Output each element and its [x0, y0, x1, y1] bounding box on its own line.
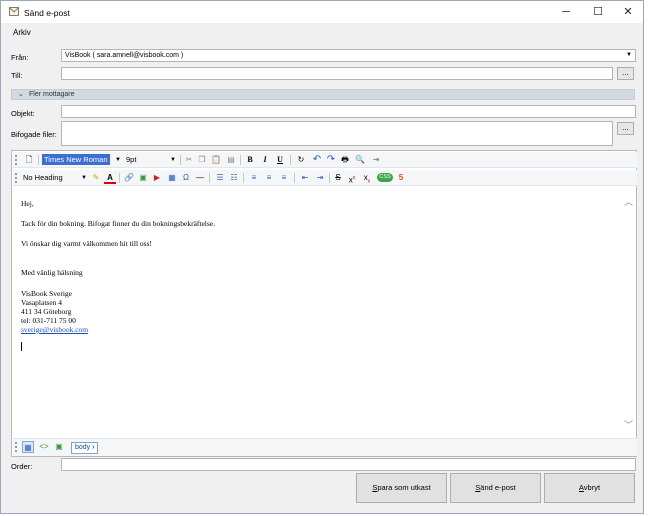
chevron-down-icon[interactable]: ▼ — [169, 154, 177, 166]
font-color-icon[interactable]: A — [104, 172, 116, 184]
print-icon[interactable]: 🖶 — [339, 154, 351, 166]
font-name-select[interactable]: Times New Roman — [42, 154, 110, 165]
chevron-down-icon[interactable]: ▼ — [114, 154, 122, 166]
symbol-icon[interactable]: Ω — [181, 172, 191, 184]
body-line: Vi önskar dig varmt välkommen hit till o… — [21, 239, 152, 248]
more-recipients-label: Fler mottagare — [29, 91, 75, 98]
ordered-list-icon[interactable]: ☰ — [214, 172, 226, 184]
media-icon[interactable]: ▶ — [151, 172, 163, 184]
indent-icon[interactable]: ⇥ — [314, 172, 326, 184]
maximize-button[interactable]: ☐ — [581, 3, 615, 21]
menu-bar: Arkiv — [1, 23, 643, 41]
chevron-down-icon: ▼ — [626, 52, 632, 58]
window-title: Sänd e-post — [24, 8, 70, 18]
horizontal-rule-icon[interactable]: — — [194, 172, 206, 184]
more-recipients-toggle[interactable]: ⌄ Fler mottagare — [11, 89, 635, 100]
image-icon[interactable]: ▣ — [137, 172, 149, 184]
cancel-button[interactable]: Avbryt — [544, 473, 635, 503]
link-icon[interactable]: 🔗 — [123, 172, 135, 184]
font-size-select[interactable]: 9pt — [126, 154, 136, 166]
menu-item-arkiv[interactable]: Arkiv — [13, 28, 31, 37]
scroll-down-icon[interactable]: ﹀ — [624, 418, 633, 431]
table-icon[interactable]: ▦ — [166, 172, 178, 184]
source-view-icon[interactable]: <> — [38, 441, 50, 453]
cut-icon[interactable]: ✂ — [184, 154, 194, 166]
align-center-icon[interactable]: ≡ — [263, 172, 275, 184]
new-document-icon[interactable]: 🗋 — [23, 154, 35, 166]
chevron-up-icon: ⌄ — [18, 91, 24, 98]
attachments-label: Bifogade filer: — [11, 130, 57, 139]
subject-field[interactable] — [61, 105, 636, 118]
subscript-icon[interactable]: xx — [361, 172, 373, 185]
title-bar: Sänd e-post ─ ☐ ✕ — [1, 1, 643, 23]
italic-icon[interactable]: I — [260, 154, 270, 166]
undo-icon[interactable]: ↶ — [311, 154, 323, 166]
superscript-icon[interactable]: xx — [346, 172, 358, 185]
subject-label: Objekt: — [11, 109, 35, 118]
strikethrough-icon[interactable]: S — [333, 172, 343, 184]
close-button[interactable]: ✕ — [611, 3, 645, 21]
insert-icon[interactable]: ⇥ — [370, 154, 382, 166]
css-icon[interactable]: CSS — [377, 173, 393, 182]
paragraph-style-select[interactable]: No Heading — [23, 172, 63, 184]
editor-scrollbar[interactable]: ︿ ﹀ — [623, 189, 635, 437]
send-email-button[interactable]: Sänd e-post — [450, 473, 541, 503]
align-right-icon[interactable]: ≡ — [278, 172, 290, 184]
from-dropdown[interactable]: VisBook ( sara.amnell@visbook.com ) ▼ — [61, 49, 636, 62]
body-line: Vasaplatsen 4 — [21, 298, 63, 307]
paste-text-icon[interactable]: ▤ — [225, 154, 237, 166]
text-caret — [21, 342, 22, 351]
body-line: 411 34 Göteborg — [21, 307, 72, 316]
attachments-box[interactable] — [61, 121, 613, 146]
outdent-icon[interactable]: ⇤ — [299, 172, 311, 184]
highlight-icon[interactable]: ✎ — [90, 172, 102, 184]
body-line: VisBook Sverige — [21, 289, 73, 298]
from-value: VisBook ( sara.amnell@visbook.com ) — [65, 52, 184, 59]
design-view-icon[interactable]: ▦ — [22, 441, 34, 453]
save-draft-button[interactable]: Spara som utkast — [356, 473, 447, 503]
chevron-down-icon[interactable]: ▼ — [80, 172, 88, 184]
email-link[interactable]: sverige@visbook.com — [21, 325, 88, 334]
toolbar-grip — [15, 173, 17, 183]
copy-icon[interactable]: ❐ — [196, 154, 208, 166]
html-editor: 🗋 Times New Roman ▼ 9pt ▼ ✂ ❐ 📋 ▤ B I U … — [11, 150, 637, 457]
from-label: Från: — [11, 53, 29, 62]
minimize-button[interactable]: ─ — [549, 3, 583, 21]
html5-icon[interactable]: 5 — [396, 172, 406, 184]
envelope-icon — [9, 7, 19, 16]
order-field[interactable] — [61, 458, 636, 471]
unordered-list-icon[interactable]: ☷ — [228, 172, 240, 184]
redo-icon[interactable]: ↷ — [325, 154, 337, 166]
send-email-window: Sänd e-post ─ ☐ ✕ Arkiv Från: VisBook ( … — [0, 0, 644, 514]
to-field[interactable] — [61, 67, 613, 80]
editor-toolbar-2: No Heading ▼ ✎ A 🔗 ▣ ▶ ▦ Ω — ☰ ☷ ≡ ≡ ≡ ⇤… — [13, 170, 637, 186]
editor-bottom-bar: ▦ <> ▣ body › — [13, 438, 637, 456]
to-browse-button[interactable]: ... — [617, 67, 634, 80]
scroll-up-icon[interactable]: ︿ — [624, 195, 633, 208]
preview-icon[interactable]: ▣ — [53, 441, 65, 453]
underline-icon[interactable]: U — [275, 154, 285, 166]
toolbar-grip — [15, 155, 17, 165]
bold-icon[interactable]: B — [245, 154, 255, 166]
email-body[interactable]: Hej, Tack för din bokning. Bifogat finne… — [13, 189, 623, 437]
attachments-browse-button[interactable]: ... — [617, 122, 634, 135]
refresh-icon[interactable]: ↻ — [296, 154, 306, 166]
body-line: Hej, — [21, 199, 34, 208]
find-icon[interactable]: 🔍 — [353, 154, 367, 166]
align-left-icon[interactable]: ≡ — [248, 172, 260, 184]
paste-icon[interactable]: 📋 — [210, 154, 222, 166]
breadcrumb-body[interactable]: body › — [71, 442, 99, 454]
body-line: Tack för din bokning. Bifogat finner du … — [21, 219, 216, 228]
body-line: tel: 031-711 75 00 — [21, 316, 76, 325]
to-label: Till: — [11, 71, 23, 80]
editor-toolbar-1: 🗋 Times New Roman ▼ 9pt ▼ ✂ ❐ 📋 ▤ B I U … — [13, 152, 637, 168]
body-line: Med vänlig hälsning — [21, 268, 83, 277]
order-label: Order: — [11, 462, 33, 471]
toolbar-grip — [15, 442, 17, 452]
